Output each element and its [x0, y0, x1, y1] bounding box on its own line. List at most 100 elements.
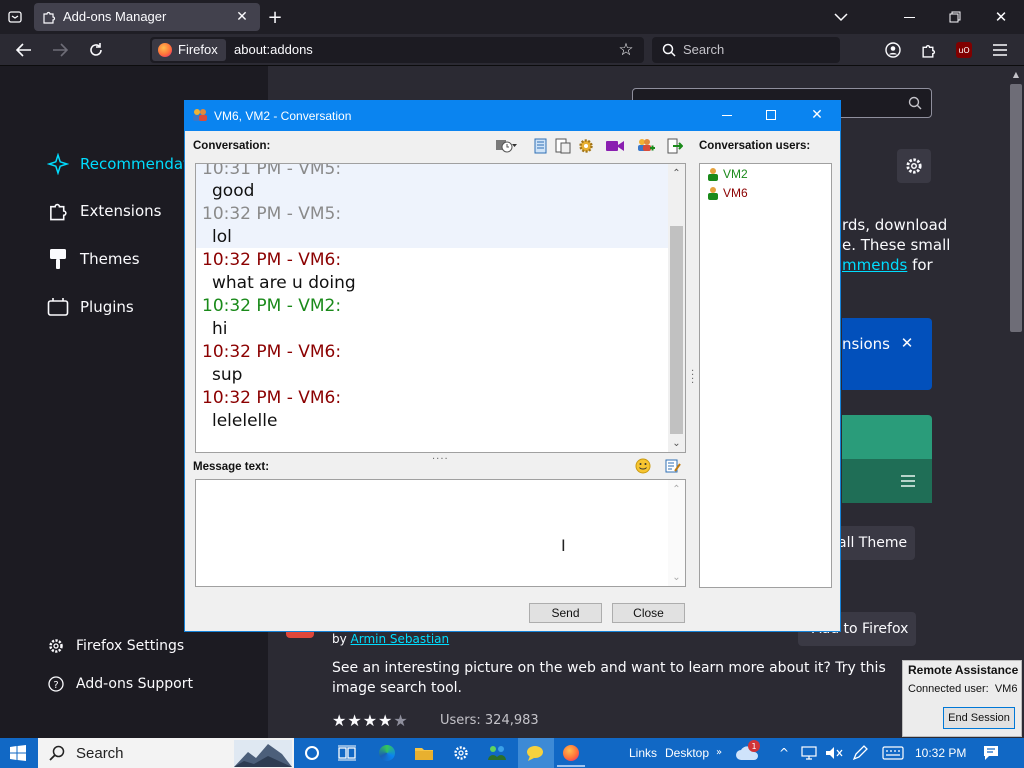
file-explorer-icon[interactable]: [414, 743, 434, 763]
book-icon[interactable]: [532, 137, 550, 155]
firefox-settings-link[interactable]: Firefox Settings: [46, 631, 184, 661]
forward-icon[interactable]: [49, 39, 71, 61]
edge-icon[interactable]: [377, 743, 397, 763]
sidebar-item-themes[interactable]: Themes: [46, 244, 140, 274]
clock[interactable]: 10:32 PM: [915, 746, 966, 760]
close-banner-icon[interactable]: ✕: [898, 334, 916, 352]
identity-label: Firefox: [178, 42, 218, 57]
chat-bubble-icon[interactable]: [524, 743, 546, 763]
author-link[interactable]: Armin Sebastian: [351, 632, 450, 646]
extensions-icon[interactable]: [918, 40, 938, 60]
user-item[interactable]: VM2: [706, 167, 748, 181]
star-rating: ★★★★★: [332, 711, 409, 730]
new-tab-icon[interactable]: +: [265, 7, 285, 28]
message-header: 10:32 PM - VM5:: [202, 204, 342, 224]
history-dropdown-icon[interactable]: [494, 137, 518, 155]
brush-icon: [46, 247, 70, 271]
vertical-splitter-grip[interactable]: · · · ·: [691, 367, 695, 389]
message-header: 10:31 PM - VM5:: [202, 163, 342, 179]
conversation-users-label: Conversation users:: [699, 140, 811, 152]
end-session-button[interactable]: End Session: [943, 707, 1015, 729]
send-button[interactable]: Send: [529, 603, 602, 623]
conversation-users-list[interactable]: [699, 163, 832, 588]
sidebar-item-plugins[interactable]: Plugins: [46, 292, 134, 322]
maximize-icon[interactable]: [760, 105, 782, 125]
url-text[interactable]: about:addons: [234, 42, 313, 57]
bookmark-star-icon[interactable]: ☆: [616, 40, 636, 60]
tools-gear-button[interactable]: [897, 149, 931, 183]
search-bar[interactable]: [652, 37, 840, 63]
search-icon: [660, 41, 678, 59]
message-input[interactable]: ⌃ ⌄: [195, 479, 686, 587]
remote-assistance-title: Remote Assistance: [908, 663, 1019, 677]
account-icon[interactable]: [883, 40, 903, 60]
close-icon[interactable]: ✕: [806, 105, 828, 125]
addons-support-link[interactable]: ? Add-ons Support: [46, 669, 193, 699]
intro-text-2: e. These small: [842, 236, 951, 254]
cortana-icon[interactable]: [302, 743, 322, 763]
close-tab-icon[interactable]: ✕: [233, 8, 251, 26]
puzzle-icon: [41, 9, 57, 25]
font-edit-icon[interactable]: [664, 457, 682, 475]
intro-text-1: rds, download: [842, 216, 948, 234]
user-item[interactable]: VM6: [706, 186, 748, 200]
sidebar-item-extensions[interactable]: Extensions: [46, 196, 161, 226]
puzzle-icon: [46, 199, 70, 223]
tab-title: Add-ons Manager: [63, 9, 167, 24]
message-text: hi: [212, 319, 228, 339]
scroll-down-icon[interactable]: ⌄: [668, 570, 685, 584]
sidebar-item-label: Plugins: [80, 298, 134, 316]
pen-icon[interactable]: [850, 744, 870, 762]
video-camera-icon[interactable]: [605, 137, 625, 155]
by-label: by: [332, 632, 351, 646]
scroll-up-arrow-icon[interactable]: ▲: [1010, 68, 1022, 80]
ublock-icon[interactable]: uO: [954, 40, 974, 60]
show-hidden-icons-icon[interactable]: ^: [776, 745, 792, 761]
close-button[interactable]: Close: [612, 603, 685, 623]
reload-icon[interactable]: [85, 39, 107, 61]
svg-text:?: ?: [53, 680, 58, 691]
settings-gear-icon[interactable]: [577, 137, 595, 155]
tab-list-icon[interactable]: [6, 8, 24, 26]
search-placeholder: Search: [683, 42, 725, 57]
message-header: 10:32 PM - VM6:: [202, 388, 342, 408]
recommends-link[interactable]: mmends: [842, 256, 907, 274]
keyboard-icon[interactable]: [881, 744, 905, 762]
scroll-up-icon[interactable]: ⌃: [668, 482, 685, 496]
task-view-icon[interactable]: [337, 743, 357, 763]
desktop-toolbar[interactable]: Desktop: [665, 746, 709, 760]
install-theme-label: all Theme: [838, 535, 908, 551]
user-icon: [706, 186, 720, 200]
settings-label: Firefox Settings: [76, 638, 185, 654]
sidebar-item-label: Extensions: [80, 202, 162, 220]
document-icon[interactable]: [554, 137, 572, 155]
links-toolbar[interactable]: Links: [629, 746, 657, 760]
add-user-icon[interactable]: [636, 137, 656, 155]
network-people-icon[interactable]: [486, 743, 508, 763]
close-window-icon[interactable]: ✕: [990, 6, 1012, 28]
restore-icon[interactable]: [944, 6, 966, 28]
volume-muted-icon[interactable]: [824, 744, 844, 762]
emoticon-icon[interactable]: [634, 457, 652, 475]
firefox-taskbar-icon[interactable]: [561, 743, 581, 763]
chevron-down-icon[interactable]: [830, 6, 852, 28]
action-center-icon[interactable]: [981, 744, 1001, 762]
log-scrollbar-thumb[interactable]: [670, 226, 683, 434]
scroll-down-icon[interactable]: ⌄: [668, 436, 685, 450]
hamburger-menu-icon[interactable]: [990, 40, 1010, 60]
splitter-grip[interactable]: ····: [432, 454, 449, 465]
scroll-up-icon[interactable]: ⌃: [668, 166, 685, 180]
message-header: 10:32 PM - VM6:: [202, 342, 342, 362]
exit-conversation-icon[interactable]: [666, 137, 684, 155]
settings-icon[interactable]: [451, 743, 471, 763]
minimize-icon[interactable]: [716, 105, 738, 125]
message-header: 10:32 PM - VM6:: [202, 250, 342, 270]
toolbar-chevron-icon[interactable]: »: [713, 744, 725, 760]
minimize-icon[interactable]: [898, 6, 920, 28]
windows-start-icon[interactable]: [8, 743, 28, 763]
conversation-log[interactable]: 10:31 PM - VM5: good 10:32 PM - VM5: lol…: [195, 163, 686, 453]
message-text: lelelelle: [212, 411, 278, 431]
network-icon[interactable]: [800, 744, 820, 762]
back-icon[interactable]: [13, 39, 35, 61]
page-scrollbar-thumb[interactable]: [1010, 84, 1022, 332]
